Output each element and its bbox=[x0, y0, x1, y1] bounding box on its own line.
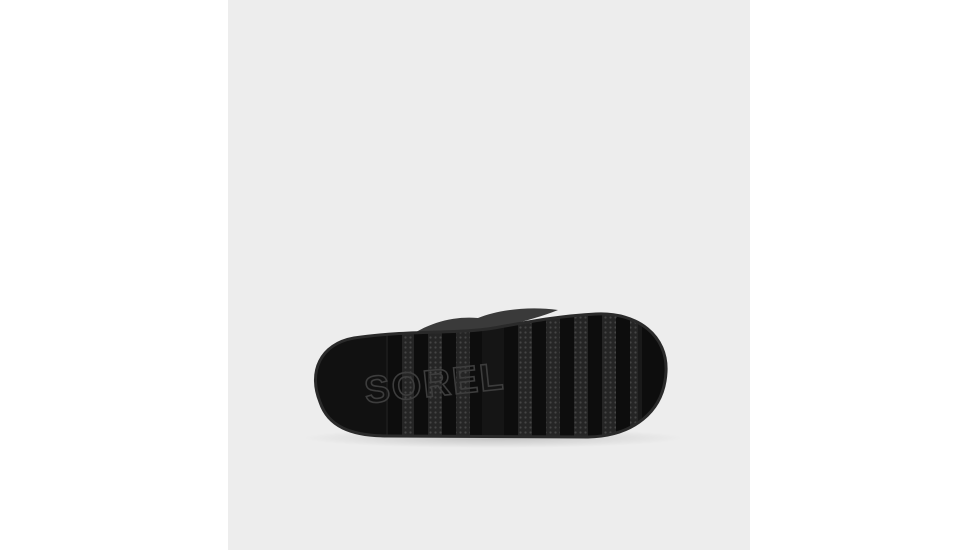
boot-sole-illustration: SOREL bbox=[303, 308, 683, 448]
product-photo: SOREL bbox=[228, 0, 750, 550]
